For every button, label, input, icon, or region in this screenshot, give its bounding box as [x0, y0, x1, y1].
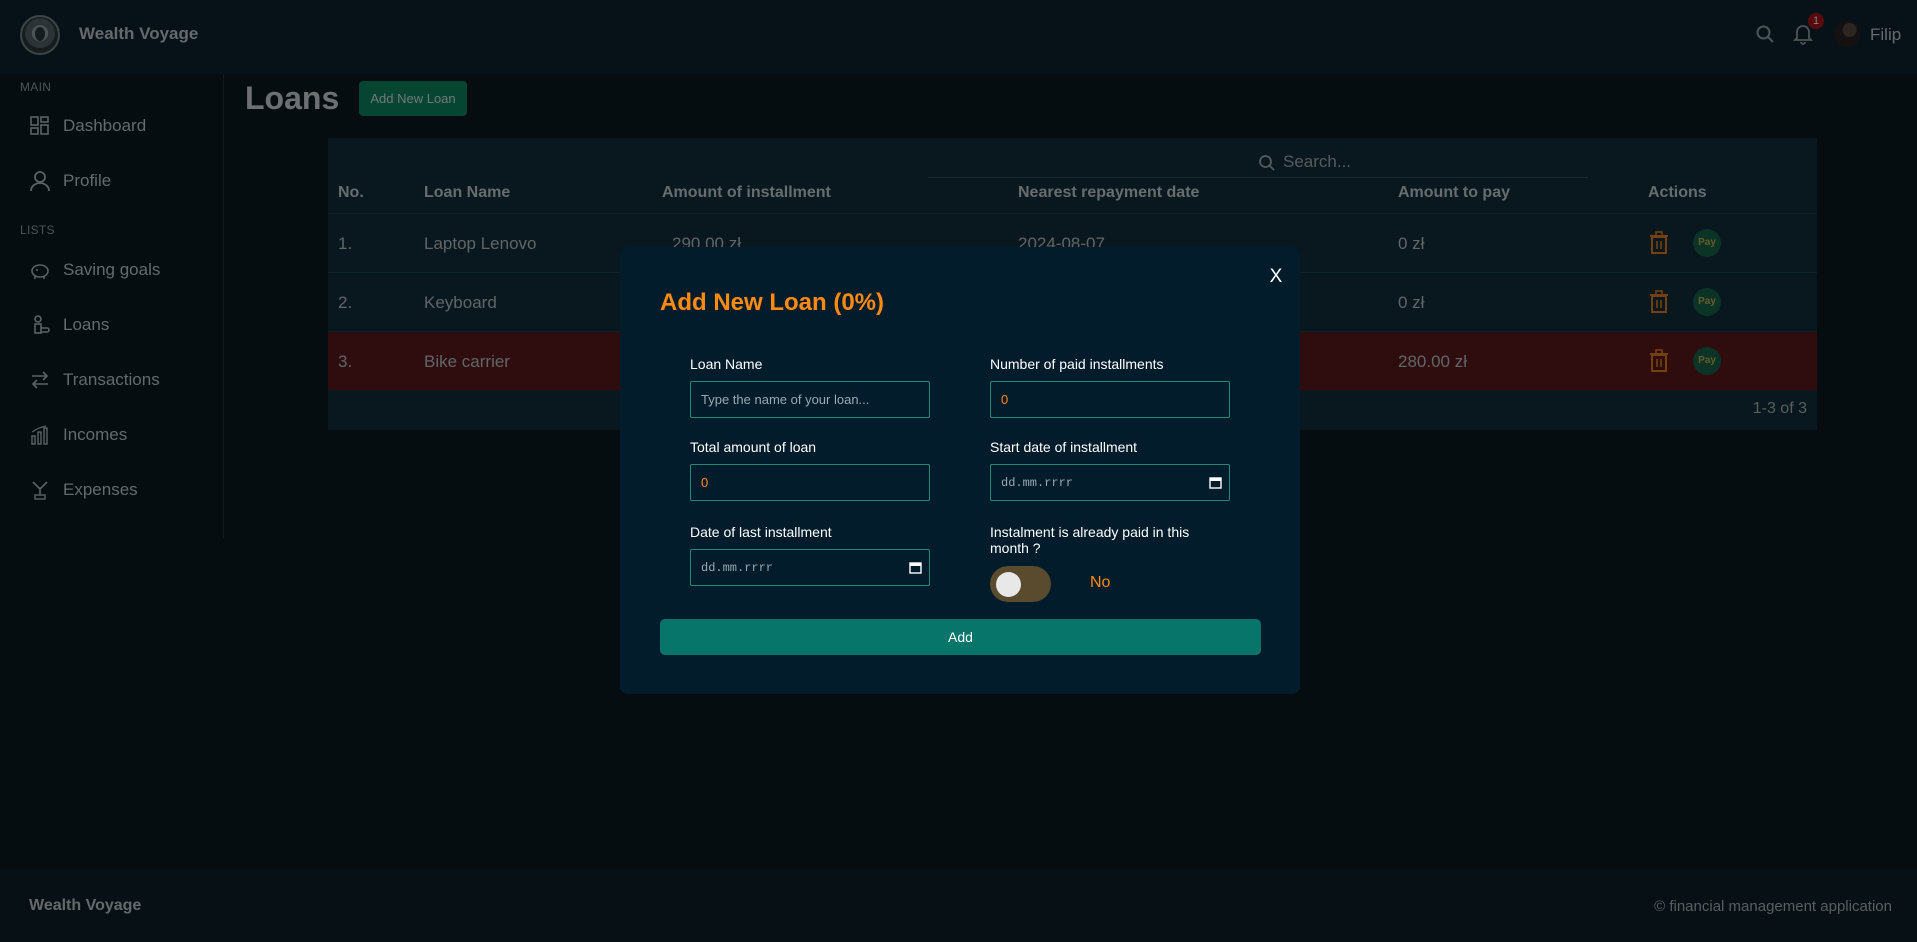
- start-date-input[interactable]: [990, 464, 1230, 501]
- add-button[interactable]: Add: [660, 619, 1261, 655]
- total-amount-label: Total amount of loan: [690, 439, 817, 455]
- calendar-icon[interactable]: [909, 561, 922, 574]
- last-date-label: Date of last installment: [690, 524, 832, 540]
- calendar-icon[interactable]: [1209, 476, 1222, 489]
- add-loan-modal: X Add New Loan (0%) Loan Name Number of …: [620, 247, 1300, 694]
- loan-name-input[interactable]: [690, 381, 930, 418]
- start-date-label: Start date of installment: [990, 439, 1138, 455]
- modal-title: Add New Loan (0%): [660, 289, 885, 316]
- loan-name-label: Loan Name: [690, 356, 763, 372]
- paid-installments-label: Number of paid installments: [990, 356, 1164, 372]
- paid-installments-input[interactable]: [990, 381, 1230, 418]
- toggle-knob: [996, 572, 1021, 597]
- already-paid-value: No: [1090, 574, 1111, 591]
- already-paid-toggle[interactable]: [990, 566, 1051, 602]
- close-button[interactable]: X: [1264, 265, 1288, 289]
- last-date-input[interactable]: [690, 549, 930, 586]
- already-paid-label: Instalment is already paid in this month…: [990, 524, 1190, 556]
- total-amount-input[interactable]: [690, 464, 930, 501]
